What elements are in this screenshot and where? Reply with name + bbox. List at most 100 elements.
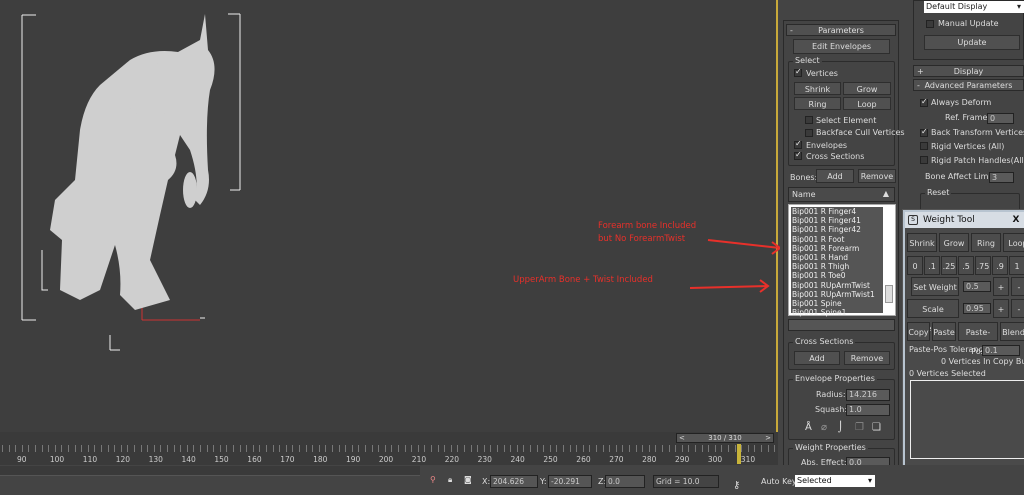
close-button[interactable]: X <box>1005 212 1024 228</box>
bone-list-item[interactable]: Bip001 Spine <box>791 299 883 308</box>
always-deform-checkbox[interactable] <box>920 97 928 107</box>
bone-list-item[interactable]: Bip001 R Hand <box>791 253 883 262</box>
preset-weight-button[interactable]: .75 <box>975 256 991 275</box>
display-dropdown[interactable]: Default Display ▾ <box>924 1 1024 13</box>
bone-list-item[interactable]: Bip001 R Finger42 <box>791 225 883 234</box>
timeline-tick <box>483 445 485 452</box>
next-frame-button[interactable]: > <box>765 434 771 442</box>
paste-icon[interactable]: ❏ <box>872 422 881 433</box>
set-weight-input[interactable]: 0.5 <box>963 281 991 292</box>
set-weight-minus-button[interactable]: - <box>1011 277 1024 296</box>
vertex-weight-list[interactable] <box>910 380 1024 459</box>
prev-frame-button[interactable]: < <box>679 434 685 442</box>
envelopes-checkbox[interactable] <box>794 139 802 149</box>
name-column-header[interactable]: Name ▲ <box>788 187 895 202</box>
weight-tool-titlebar[interactable]: S Weight Tool X <box>905 212 1024 228</box>
bone-list-scrollbar[interactable] <box>885 209 893 313</box>
bone-list-item[interactable]: Bip001 R Thigh <box>791 262 883 271</box>
y-coordinate-field[interactable]: -20.291 <box>548 475 592 488</box>
preset-weight-button[interactable]: 1 <box>1009 256 1024 275</box>
display-rollout[interactable]: + Display <box>913 65 1024 77</box>
manual-update-checkbox[interactable] <box>926 20 934 28</box>
bone-list-item[interactable]: Bip001 R Toe0 <box>791 271 883 280</box>
parameters-rollout[interactable]: - Parameters <box>786 24 896 36</box>
current-frame-marker[interactable] <box>737 444 741 464</box>
absolute-mode-icon[interactable]: ◙ <box>464 475 472 484</box>
rigid-vertices-checkbox[interactable] <box>920 142 928 150</box>
manual-update-label: Manual Update <box>938 19 999 28</box>
set-weight-button[interactable]: Set Weight <box>911 277 959 296</box>
add-bone-button[interactable]: Add <box>816 169 854 183</box>
bone-list-item[interactable]: Bip001 R Finger4 <box>791 207 883 216</box>
scale-weight-minus-button[interactable]: - <box>1011 299 1024 318</box>
viewport[interactable]: Forearm bone Included but No ForearmTwis… <box>0 0 780 432</box>
bone-list-item[interactable]: Bip001 R Foot <box>791 235 883 244</box>
copy-icon[interactable]: ❐ <box>855 422 864 433</box>
set-weight-plus-button[interactable]: + <box>993 277 1009 296</box>
vertices-label: Vertices <box>806 69 838 78</box>
vertices-checkbox[interactable] <box>794 67 802 77</box>
back-transform-checkbox[interactable] <box>920 127 928 137</box>
remove-bone-button[interactable]: Remove <box>858 169 896 183</box>
bone-list-item[interactable]: Bip001 RUpArmTwist1 <box>791 290 883 299</box>
timeline-tick <box>193 445 195 452</box>
bone-list-item[interactable]: Bip001 RUpArmTwist <box>791 281 883 290</box>
falloff-icon[interactable]: ⌡ <box>838 422 843 433</box>
preset-weight-button[interactable]: .9 <box>992 256 1008 275</box>
bone-list-item[interactable]: Bip001 R Finger41 <box>791 216 883 225</box>
weight-loop-button[interactable]: Loop <box>1003 233 1024 252</box>
absolute-icon[interactable]: Å <box>805 422 812 433</box>
shrink-button[interactable]: Shrink <box>794 82 841 95</box>
paperclip-icon[interactable]: ⌀ <box>821 422 827 433</box>
update-button[interactable]: Update <box>924 35 1020 50</box>
scale-weight-input[interactable]: 0.95 <box>963 303 991 314</box>
ring-button[interactable]: Ring <box>794 97 841 110</box>
bone-list-item[interactable]: Bip001 R Forearm <box>791 244 883 253</box>
paste-pos-button[interactable]: Paste-Pos <box>958 322 998 356</box>
auto-key-button[interactable]: Auto Key <box>761 477 797 486</box>
radius-input[interactable]: 14.216 <box>846 389 890 401</box>
weight-grow-button[interactable]: Grow <box>939 233 969 252</box>
preset-weight-button[interactable]: .5 <box>958 256 974 275</box>
timeline-tick <box>662 445 663 452</box>
scale-weight-button[interactable]: Scale Weight <box>907 299 959 333</box>
loop-button[interactable]: Loop <box>843 97 891 110</box>
timeline-tick <box>318 445 320 452</box>
cross-section-remove-button[interactable]: Remove <box>844 351 890 365</box>
key-icon[interactable]: ⚷ <box>733 480 740 491</box>
edit-envelopes-button[interactable]: Edit Envelopes <box>793 39 890 54</box>
select-element-checkbox[interactable] <box>805 116 813 124</box>
grow-button[interactable]: Grow <box>843 82 891 95</box>
backface-checkbox[interactable] <box>805 129 813 137</box>
cross-section-add-button[interactable]: Add <box>794 351 840 365</box>
x-coordinate-field[interactable]: 204.626 <box>490 475 538 488</box>
weight-ring-button[interactable]: Ring <box>971 233 1001 252</box>
preset-weight-button[interactable]: .1 <box>924 256 940 275</box>
lock-icon[interactable]: 🔒︎ <box>448 475 452 485</box>
timeline-tick <box>523 445 525 452</box>
scale-weight-plus-button[interactable]: + <box>993 299 1009 318</box>
bone-affect-input[interactable]: 3 <box>989 172 1014 183</box>
weight-shrink-button[interactable]: Shrink <box>907 233 937 252</box>
copy-button[interactable]: Copy <box>907 322 930 341</box>
squash-input[interactable]: 1.0 <box>846 404 890 416</box>
timeline-tick <box>351 445 353 452</box>
blend-button[interactable]: Blend <box>1000 322 1024 341</box>
preset-weight-button[interactable]: 0 <box>907 256 923 275</box>
z-coordinate-field[interactable]: 0.0 <box>605 475 645 488</box>
key-mode-dropdown[interactable]: Selected ▾ <box>795 475 875 487</box>
display-dropdown-value: Default Display <box>926 2 988 11</box>
bone-name-field[interactable] <box>788 319 895 331</box>
time-slider[interactable]: < 310 / 310 > <box>676 433 774 443</box>
advanced-rollout[interactable]: - Advanced Parameters <box>913 79 1024 91</box>
rigid-patch-checkbox[interactable] <box>920 156 928 164</box>
preset-weight-button[interactable]: .25 <box>941 256 957 275</box>
tolerance-input[interactable]: 0.1 <box>982 345 1020 356</box>
cross-sections-checkbox[interactable] <box>794 150 802 160</box>
ref-frame-input[interactable]: 0 <box>987 113 1014 124</box>
bone-list[interactable]: Bip001 R Finger4 Bip001 R Finger41 Bip001 … <box>788 204 896 317</box>
bone-list-item[interactable]: Bip001 Spine1 <box>791 308 883 317</box>
timeline-tick <box>470 445 472 452</box>
isolate-icon[interactable]: ⚲ <box>430 475 436 484</box>
paste-button[interactable]: Paste <box>932 322 956 341</box>
